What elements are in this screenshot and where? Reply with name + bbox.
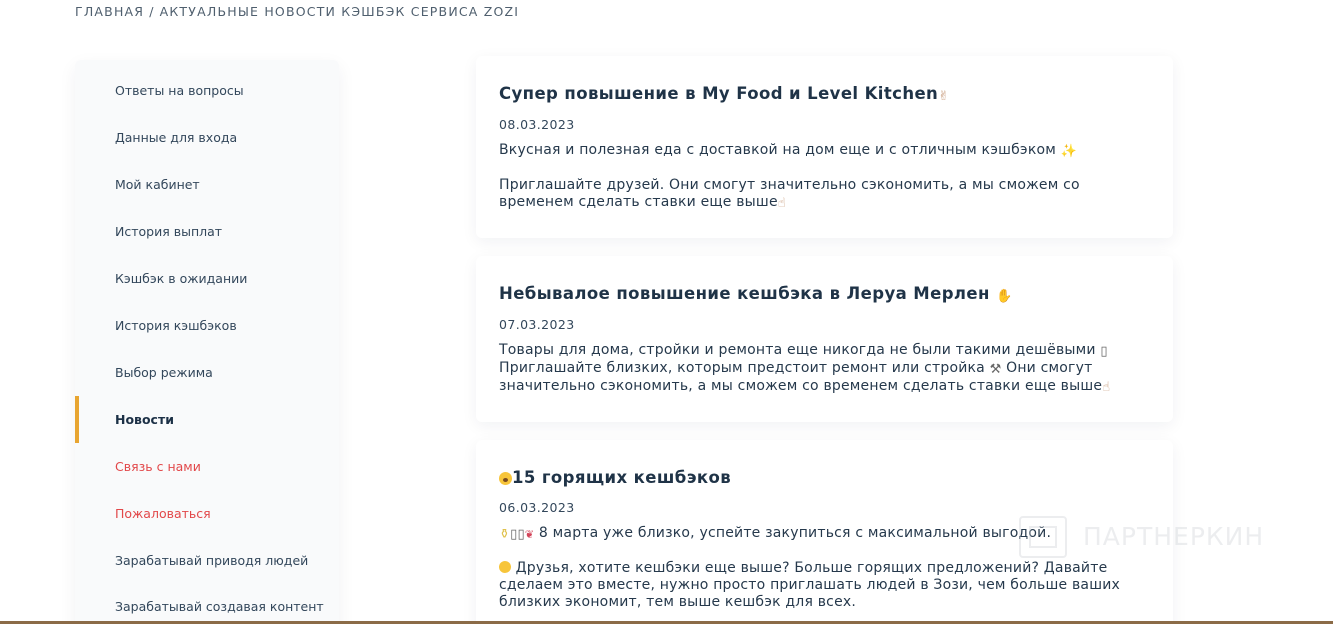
breadcrumb-home-link[interactable]: Главная xyxy=(75,4,144,19)
house-icon: ▯ xyxy=(1100,344,1108,359)
news-paragraph: 8 марта уже близко, успейте закупиться с… xyxy=(538,525,1052,541)
sidebar-item-login-data[interactable]: Данные для входа xyxy=(75,114,339,161)
news-paragraph: Приглашайте близких, которым предстоит р… xyxy=(499,360,985,376)
pointing-hand-icon: ☝ xyxy=(1102,380,1111,395)
breadcrumb: Главная / Актуальные новости кэшбэк сервис… xyxy=(75,4,519,19)
sidebar-item-complain[interactable]: Пожаловаться xyxy=(75,490,339,537)
news-title-link[interactable]: 15 горящих кешбэков xyxy=(499,468,1153,487)
pointing-hand-icon: ☝ xyxy=(777,196,786,211)
news-card: Небывалое повышение кешбэка в Леруа Мерл… xyxy=(476,256,1173,422)
breadcrumb-separator: / xyxy=(149,4,155,19)
tulip-icon: ❦ xyxy=(524,528,535,541)
sidebar-item-earn-referrals[interactable]: Зарабатывай приводя людей xyxy=(75,537,339,584)
sidebar-item-news[interactable]: Новости xyxy=(75,396,339,443)
news-paragraph: Вкусная и полезная еда с доставкой на до… xyxy=(499,142,1057,158)
perfume-icon: ⚱ xyxy=(499,527,511,542)
partnerkin-logo-icon xyxy=(1019,516,1067,558)
news-date: 06.03.2023 xyxy=(499,500,575,515)
page: Главная / Актуальные новости кэшбэк сервис… xyxy=(0,0,1333,624)
astonished-face-icon xyxy=(499,472,512,485)
winking-face-icon xyxy=(499,561,511,573)
news-title-text: Супер повышение в My Food и Level Kitche… xyxy=(499,84,939,103)
news-paragraph: Товары для дома, стройки и ремонта еще н… xyxy=(499,342,1096,358)
watermark-text: ПАРТНЕРКИН xyxy=(1083,522,1265,551)
sidebar-item-cashback-history[interactable]: История кэшбэков xyxy=(75,302,339,349)
news-date: 08.03.2023 xyxy=(499,117,575,132)
fire-icon: ✋ xyxy=(995,289,1013,304)
news-title-text: 15 горящих кешбэков xyxy=(512,468,732,487)
sparkles-icon: ✨ xyxy=(1060,144,1078,159)
hammer-icon: ⚒ xyxy=(989,362,1002,377)
news-title-link[interactable]: Супер повышение в My Food и Level Kitche… xyxy=(499,84,1153,104)
victory-hand-icon: ✌ xyxy=(938,89,950,104)
news-card: Супер повышение в My Food и Level Kitche… xyxy=(476,56,1173,238)
news-paragraph: Приглашайте друзей. Они смогут значитель… xyxy=(499,177,1080,210)
sidebar-item-contact[interactable]: Связь с нами xyxy=(75,443,339,490)
breadcrumb-current: Актуальные новости кэшбэк сервиса Zozi xyxy=(159,4,520,19)
sidebar-item-earn-content[interactable]: Зарабатывай создавая контент xyxy=(75,583,339,624)
sidebar-item-my-account[interactable]: Мой кабинет xyxy=(75,161,339,208)
sidebar-item-pending-cashback[interactable]: Кэшбэк в ожидании xyxy=(75,255,339,302)
news-body: Товары для дома, стройки и ремонта еще н… xyxy=(499,342,1153,396)
partnerkin-watermark: ПАРТНЕРКИН xyxy=(1019,516,1289,560)
gift-icon: ▯▯ xyxy=(510,527,525,542)
sidebar-menu: Ответы на вопросы Данные для входа Мой к… xyxy=(75,60,339,624)
news-title-text: Небывалое повышение кешбэка в Леруа Мерл… xyxy=(499,284,990,303)
sidebar-item-payout-history[interactable]: История выплат xyxy=(75,208,339,255)
sidebar-item-mode-select[interactable]: Выбор режима xyxy=(75,349,339,396)
news-date: 07.03.2023 xyxy=(499,317,575,332)
news-body: Вкусная и полезная еда с доставкой на до… xyxy=(499,142,1153,212)
news-title-link[interactable]: Небывалое повышение кешбэка в Леруа Мерл… xyxy=(499,284,1153,304)
sidebar-item-faq[interactable]: Ответы на вопросы xyxy=(75,67,339,114)
news-paragraph: Друзья, хотите кешбэки еще выше? Больше … xyxy=(499,560,1121,610)
